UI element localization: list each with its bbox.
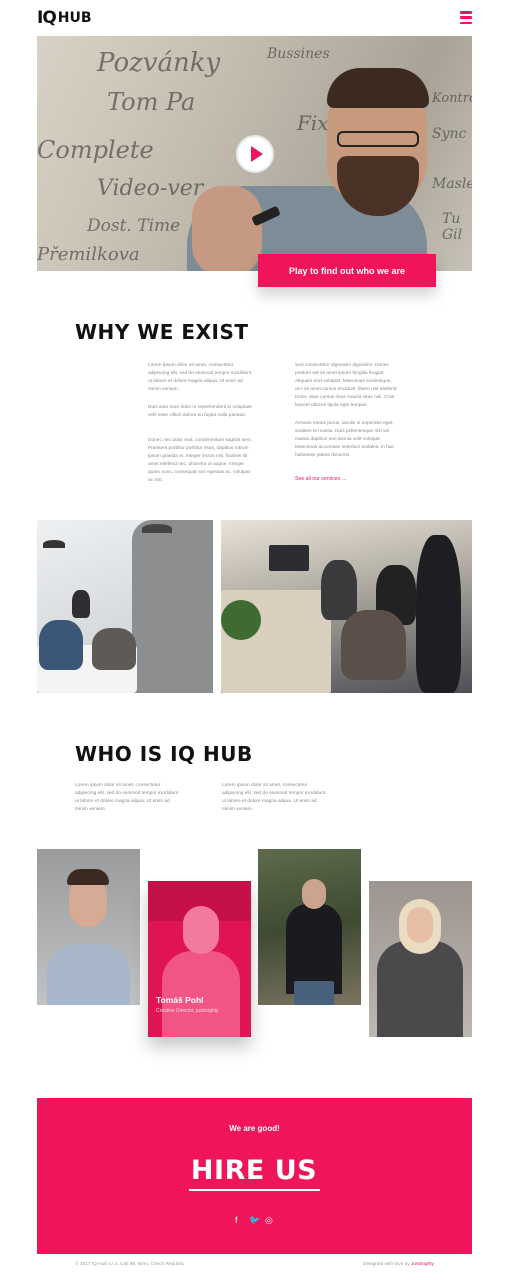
person-seated <box>321 560 357 620</box>
why-paragraph: Donec nec dolor erat, condimentum sagitt… <box>148 438 252 483</box>
member-shirt <box>47 944 130 1005</box>
why-paragraph: Lorem ipsum dolor sit amet, consectetur … <box>148 363 252 392</box>
pendant-lamp <box>43 540 65 548</box>
person-seated <box>92 628 136 670</box>
why-heading: WHY WE EXIST <box>75 320 249 344</box>
member-face <box>302 879 326 909</box>
glass-word: Dost. Time <box>87 216 181 236</box>
office-photo-team <box>221 520 472 693</box>
footer-copyright: © 2017 IQ Hub s.r.o, Cejl 99, Brno, Czec… <box>75 1262 185 1267</box>
person-seated <box>39 620 83 670</box>
glass-word: Masle <box>432 176 472 192</box>
pendant-lamp <box>142 524 172 533</box>
glass-word: Pozvánky <box>97 48 221 78</box>
logo-hub: HUB <box>57 10 92 26</box>
team-member-card[interactable] <box>369 881 472 1037</box>
why-paragraph: Sed consectetur dignissim dignissim. Don… <box>295 363 397 408</box>
hire-tagline: We are good! <box>229 1124 280 1133</box>
person-glasses <box>337 131 419 147</box>
person-foreground <box>132 520 213 693</box>
footer-credit-prefix: Designed with love by <box>363 1262 411 1267</box>
member-face <box>183 906 219 954</box>
member-face <box>407 907 433 943</box>
glass-word: Tu Gil <box>442 211 463 243</box>
play-icon <box>250 146 263 162</box>
hamburger-menu-icon[interactable] <box>460 11 472 24</box>
play-cta-button[interactable]: Play to find out who we are <box>258 254 436 287</box>
member-name: Tomáš Pohl <box>156 995 204 1005</box>
services-link[interactable]: See all our services → <box>295 476 347 482</box>
member-shirt <box>162 951 240 1037</box>
play-video-button[interactable] <box>236 135 274 173</box>
team-member-card[interactable] <box>37 849 140 1005</box>
member-jeans <box>294 981 334 1005</box>
footer-credit-link[interactable]: Justmighty <box>411 1262 434 1267</box>
hire-us-section: We are good! HIRE US f 🐦 ◎ <box>37 1098 472 1254</box>
hire-underline <box>189 1189 320 1191</box>
glass-word: Fix <box>297 111 329 135</box>
twitter-icon[interactable]: 🐦 <box>249 1215 260 1226</box>
glass-word: Complete <box>37 136 154 164</box>
person-seated <box>72 590 90 618</box>
glass-word: Přemilkova <box>37 244 140 265</box>
why-paragraph: Duis aute irure dolor in reprehenderit i… <box>148 405 252 418</box>
instagram-icon[interactable]: ◎ <box>265 1215 273 1226</box>
who-paragraph: Lorem ipsum dolor sit amet, consectetur … <box>75 783 179 812</box>
hire-us-button[interactable]: HIRE US <box>189 1155 319 1186</box>
footer-credit: Designed with love by Justmighty <box>363 1262 434 1267</box>
who-paragraph: Lorem ipsum dolor sit amet, consectetur … <box>222 783 326 812</box>
who-heading: WHO IS IQ HUB <box>75 742 253 766</box>
office-photo-meeting <box>37 520 213 693</box>
member-role: Creative Director, justmighty <box>156 1008 219 1014</box>
plant <box>221 600 261 640</box>
person-standing <box>416 535 461 693</box>
team-member-card[interactable] <box>258 849 361 1005</box>
monitor <box>269 545 309 571</box>
logo[interactable]: IQ HUB <box>37 8 92 28</box>
team-member-card-featured[interactable]: Tomáš Pohl Creative Director, justmighty <box>148 881 251 1037</box>
logo-iq: IQ <box>37 8 57 28</box>
glass-word: Video-ver <box>97 176 204 201</box>
why-paragraph: Aenean metus purus, iaculis ut imperdiet… <box>295 421 394 458</box>
glass-word: Tom Pa <box>107 88 196 116</box>
person-hand <box>192 186 262 271</box>
glass-word: Sync <box>432 126 467 142</box>
person-hair <box>327 68 429 108</box>
member-hair <box>67 869 109 885</box>
glass-word: Bussines <box>267 46 330 62</box>
glass-word: Kontrola <box>432 91 472 106</box>
facebook-icon[interactable]: f <box>235 1215 238 1225</box>
member-cardigan <box>377 941 463 1037</box>
person-seated <box>341 610 406 680</box>
